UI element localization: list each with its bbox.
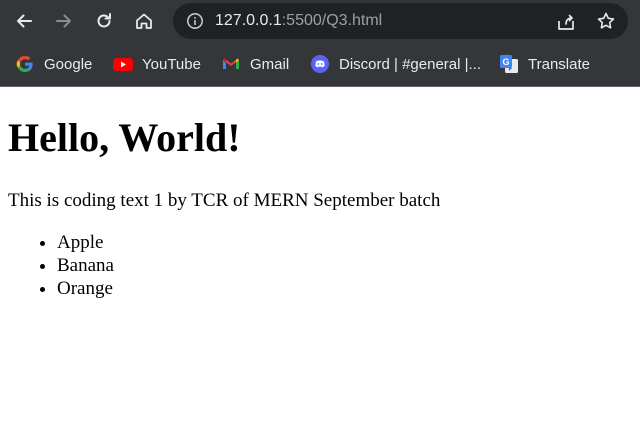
google-icon — [14, 53, 36, 75]
gmail-icon — [220, 53, 242, 75]
list-item: Orange — [57, 277, 114, 300]
page-paragraph: This is coding text 1 by TCR of MERN Sep… — [8, 190, 441, 211]
bookmarks-bar: Google YouTube Gmail Discord | #general … — [0, 42, 640, 86]
bookmark-label: Discord | #general |... — [339, 55, 482, 73]
bookmark-gmail[interactable]: Gmail — [220, 52, 289, 76]
page-heading: Hello, World! — [8, 115, 241, 160]
bookmark-label: Google — [44, 55, 93, 73]
fruit-list: Apple Banana Orange — [8, 231, 114, 300]
reload-icon — [97, 13, 111, 28]
svg-text:G: G — [502, 57, 509, 67]
share-icon[interactable] — [555, 11, 577, 33]
forward-button[interactable] — [50, 7, 78, 35]
arrow-left-icon — [17, 14, 32, 28]
youtube-icon — [112, 53, 134, 75]
address-bar[interactable]: 127.0.0.1:5500/Q3.html — [173, 3, 628, 39]
arrow-right-icon — [56, 14, 71, 28]
info-icon[interactable] — [185, 11, 205, 31]
reload-button[interactable] — [90, 7, 118, 35]
bookmark-discord[interactable]: Discord | #general |... — [309, 52, 481, 76]
page-content: Hello, World! This is coding text 1 by T… — [0, 87, 640, 433]
home-icon — [136, 13, 152, 29]
bookmark-youtube[interactable]: YouTube — [112, 52, 201, 76]
bookmark-star-icon[interactable] — [595, 10, 617, 32]
translate-icon: G — [498, 53, 520, 75]
url-host: 127.0.0.1 — [215, 12, 282, 29]
bookmark-translate[interactable]: G Translate — [498, 52, 590, 76]
home-button[interactable] — [130, 7, 158, 35]
discord-icon — [309, 53, 331, 75]
bookmark-label: YouTube — [142, 55, 201, 73]
list-item: Banana — [57, 254, 114, 277]
back-button[interactable] — [10, 7, 38, 35]
url-path: :5500/Q3.html — [281, 12, 383, 29]
bookmark-label: Gmail — [250, 55, 290, 73]
browser-chrome: 127.0.0.1:5500/Q3.html Google YouTube Gm… — [0, 0, 640, 87]
browser-toolbar: 127.0.0.1:5500/Q3.html — [0, 0, 640, 42]
bookmark-label: Translate — [528, 55, 590, 73]
list-item: Apple — [57, 231, 114, 254]
url-text[interactable]: 127.0.0.1:5500/Q3.html — [215, 12, 382, 30]
bookmark-google[interactable]: Google — [14, 52, 92, 76]
